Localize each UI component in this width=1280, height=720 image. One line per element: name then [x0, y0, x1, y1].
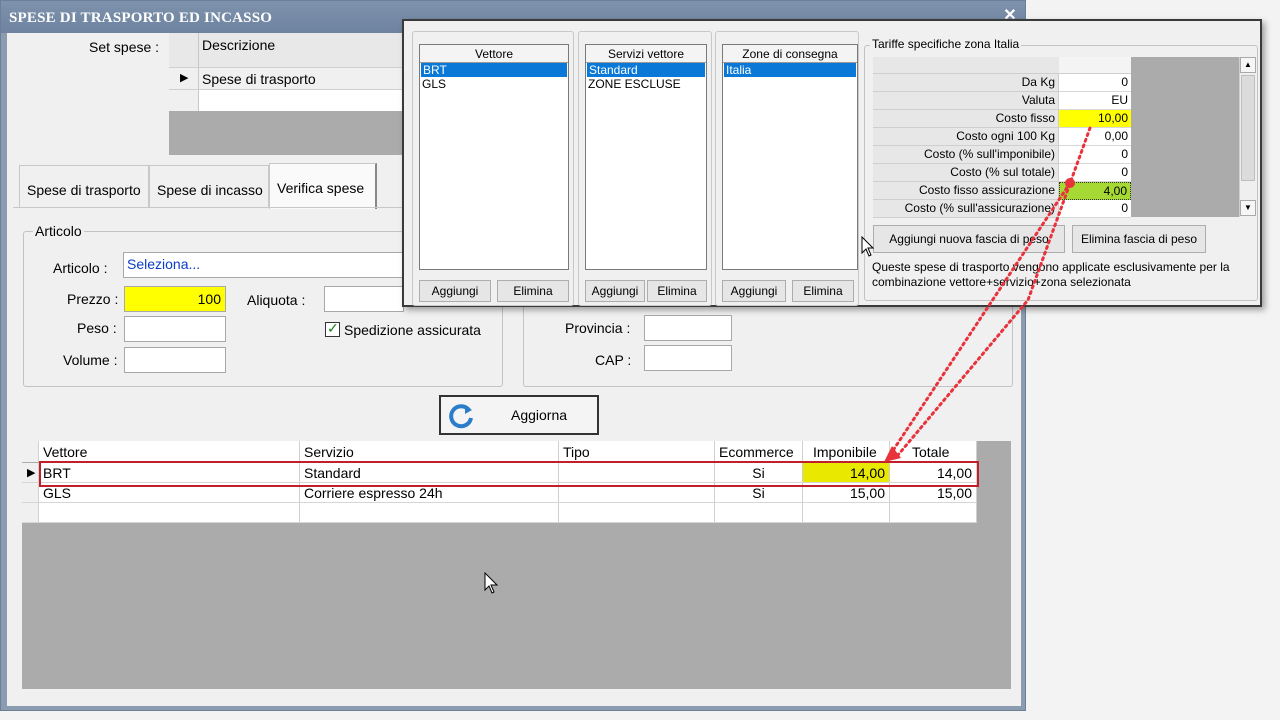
- annotation-arrow: [884, 126, 1092, 462]
- cursor-icon: [861, 236, 875, 257]
- cursor-icon: [484, 572, 499, 594]
